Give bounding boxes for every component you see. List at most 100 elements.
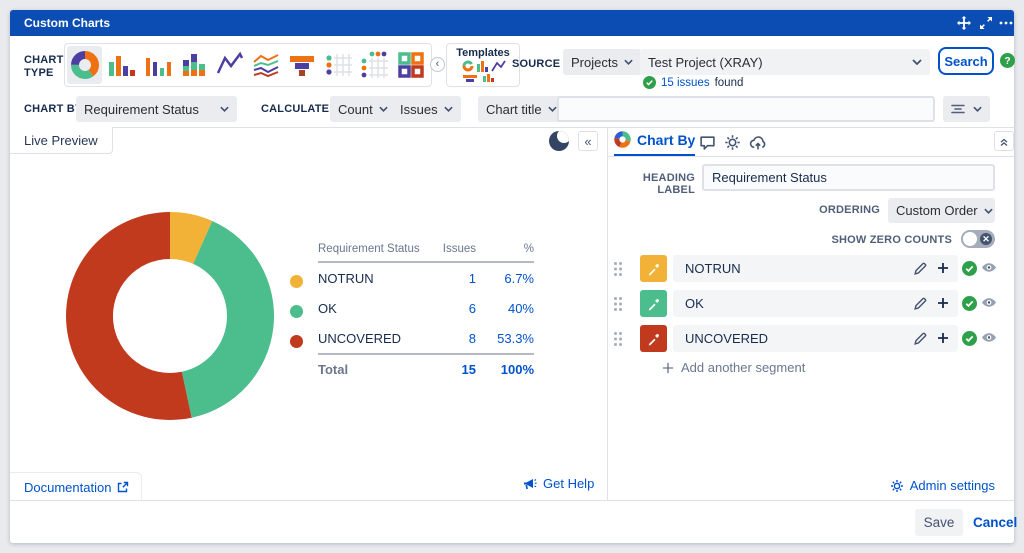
chart-type-donut-icon[interactable]	[67, 46, 102, 84]
segment-name-bar[interactable]: NOTRUN	[673, 255, 958, 282]
show-zero-counts-toggle[interactable]: ✕	[961, 230, 995, 248]
cloud-upload-tab-icon[interactable]	[749, 134, 766, 151]
svg-text:?: ?	[1004, 56, 1010, 67]
ordering-dropdown[interactable]: Custom Order	[888, 198, 995, 223]
eyedropper-icon	[647, 297, 661, 311]
get-help-link[interactable]: Get Help	[522, 476, 594, 491]
segment-visibility-icon[interactable]	[981, 296, 997, 312]
tab-chart-by[interactable]: Chart By	[614, 131, 695, 156]
live-preview-tab: Live Preview	[10, 127, 113, 154]
search-button[interactable]: Search	[938, 47, 994, 75]
table-total-row: Total 15 100%	[318, 353, 534, 383]
gadget-titlebar: Custom Charts	[10, 10, 1014, 36]
table-row: OK 6 40%	[318, 293, 534, 323]
calculate-unit-dropdown[interactable]: Issues	[392, 96, 461, 122]
eyedropper-icon	[647, 332, 661, 346]
heading-label: HEADING LABEL	[607, 172, 695, 196]
segment-visibility-icon[interactable]	[981, 331, 997, 347]
chart-type-multiline-icon[interactable]	[248, 46, 283, 84]
drag-handle-icon[interactable]	[613, 296, 623, 317]
megaphone-icon	[522, 477, 537, 491]
legend-table-header: Requirement Status Issues %	[318, 243, 534, 263]
edit-segment-icon[interactable]	[913, 261, 928, 279]
move-icon[interactable]	[956, 15, 972, 31]
edit-segment-icon[interactable]	[913, 331, 928, 349]
table-row: NOTRUN 1 6.7%	[318, 263, 534, 293]
settings-tab-icon[interactable]	[724, 134, 741, 151]
segment-color-picker[interactable]	[640, 255, 667, 282]
collapse-preview-icon[interactable]: «	[578, 131, 598, 151]
issues-found-link[interactable]: 15 issues	[661, 77, 710, 89]
chart-type-stacked-bar-icon[interactable]	[176, 46, 211, 84]
comments-tab-icon[interactable]	[699, 134, 716, 151]
segment-row: OK	[607, 290, 1014, 317]
chart-type-tiles-icon[interactable]	[394, 46, 429, 84]
chart-type-label: CHARTTYPE	[24, 54, 64, 80]
check-circle-icon	[643, 76, 656, 89]
legend-dot	[290, 335, 303, 348]
custom-charts-gadget: Custom Charts CHARTTYPE	[10, 10, 1014, 543]
admin-settings-link[interactable]: Admin settings	[890, 478, 995, 493]
table-row: UNCOVERED 8 53.3%	[318, 323, 534, 353]
heading-label-input[interactable]	[702, 164, 995, 191]
chart-options-button[interactable]	[943, 96, 990, 122]
edit-segment-icon[interactable]	[913, 296, 928, 314]
calculate-label: CALCULATE	[261, 103, 329, 115]
gadget-title: Custom Charts	[24, 16, 110, 30]
toggle-off-icon: ✕	[980, 233, 992, 245]
chart-type-column-icon[interactable]	[140, 46, 175, 84]
panel-tabs-row: Chart By	[607, 127, 1014, 157]
segment-visibility-icon[interactable]	[981, 261, 997, 277]
segment-row: NOTRUN	[607, 255, 1014, 282]
templates-preview-icon	[460, 59, 506, 83]
chart-type-funnel-icon[interactable]	[285, 46, 320, 84]
source-label: SOURCE	[512, 58, 560, 70]
project-select[interactable]: Test Project (XRAY)	[640, 49, 930, 75]
documentation-link[interactable]: Documentation	[10, 472, 142, 501]
more-options-icon[interactable]	[998, 15, 1014, 31]
chart-by-dropdown[interactable]: Requirement Status	[76, 96, 237, 122]
segment-color-picker[interactable]	[640, 325, 667, 352]
plus-icon	[662, 362, 674, 374]
chart-type-line-icon[interactable]	[212, 46, 247, 84]
eyedropper-icon	[647, 262, 661, 276]
help-icon[interactable]: ?	[1000, 53, 1015, 68]
add-value-icon[interactable]	[936, 296, 950, 313]
issues-found-status: 15 issues found	[643, 76, 743, 89]
templates-button[interactable]: Templates	[446, 43, 520, 87]
projects-dropdown[interactable]: Projects	[563, 49, 641, 75]
chart-title-input[interactable]	[557, 96, 935, 122]
segment-valid-icon	[962, 331, 978, 347]
segment-name-bar[interactable]: OK	[673, 290, 958, 317]
drag-handle-icon[interactable]	[613, 261, 623, 282]
dark-mode-icon[interactable]	[548, 130, 570, 152]
add-value-icon[interactable]	[936, 261, 950, 278]
chevron-down-icon	[973, 106, 982, 112]
align-options-icon	[951, 103, 965, 115]
collapse-panel-icon[interactable]	[994, 131, 1014, 151]
segment-color-picker[interactable]	[640, 290, 667, 317]
chart-type-table-icon[interactable]	[321, 46, 356, 84]
collapse-type-strip-icon[interactable]: ‹	[430, 57, 445, 72]
save-button[interactable]: Save	[915, 509, 963, 536]
chart-type-pivot-icon[interactable]	[357, 46, 392, 84]
chart-by-label: CHART BY	[24, 103, 82, 115]
chart-by-tab-label: Chart By	[637, 132, 695, 148]
segment-name-bar[interactable]: UNCOVERED	[673, 325, 958, 352]
chart-type-strip	[64, 43, 432, 87]
cancel-button[interactable]: Cancel	[973, 515, 1017, 530]
admin-gear-icon	[890, 479, 904, 493]
legend-dot	[290, 305, 303, 318]
add-value-icon[interactable]	[936, 331, 950, 348]
expand-icon[interactable]	[978, 15, 994, 31]
segment-valid-icon	[962, 261, 978, 277]
drag-handle-icon[interactable]	[613, 331, 623, 352]
chart-title-dropdown[interactable]: Chart title	[478, 96, 565, 122]
toggle-knob	[963, 232, 977, 246]
donut-chart	[58, 204, 282, 428]
calculate-dropdown[interactable]: Count	[330, 96, 396, 122]
add-segment-button[interactable]: Add another segment	[662, 360, 805, 375]
legend-table: Requirement Status Issues % NOTRUN 1 6.7…	[318, 243, 534, 383]
chart-type-bar-icon[interactable]	[103, 46, 138, 84]
legend-dot	[290, 275, 303, 288]
